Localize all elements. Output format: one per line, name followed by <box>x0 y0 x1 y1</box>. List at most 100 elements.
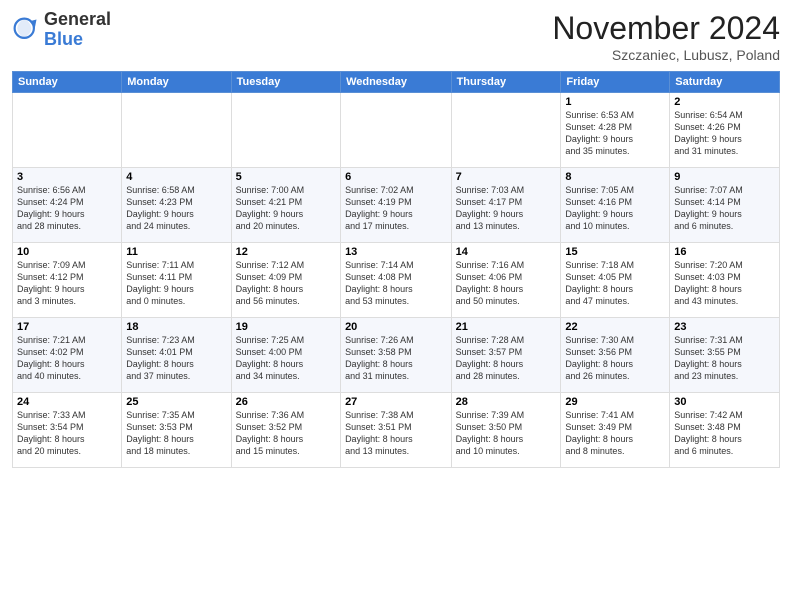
calendar-cell <box>341 93 452 168</box>
calendar-cell: 16Sunrise: 7:20 AM Sunset: 4:03 PM Dayli… <box>670 243 780 318</box>
calendar-cell: 27Sunrise: 7:38 AM Sunset: 3:51 PM Dayli… <box>341 393 452 468</box>
day-number: 3 <box>17 171 117 183</box>
logo-icon <box>12 16 40 44</box>
logo-general-text: General <box>44 9 111 29</box>
calendar-cell: 30Sunrise: 7:42 AM Sunset: 3:48 PM Dayli… <box>670 393 780 468</box>
calendar-cell: 21Sunrise: 7:28 AM Sunset: 3:57 PM Dayli… <box>451 318 561 393</box>
day-info: Sunrise: 7:00 AM Sunset: 4:21 PM Dayligh… <box>236 184 336 233</box>
calendar-cell: 18Sunrise: 7:23 AM Sunset: 4:01 PM Dayli… <box>122 318 231 393</box>
day-info: Sunrise: 7:31 AM Sunset: 3:55 PM Dayligh… <box>674 334 775 383</box>
title-block: November 2024 Szczaniec, Lubusz, Poland <box>552 10 780 63</box>
calendar-cell: 3Sunrise: 6:56 AM Sunset: 4:24 PM Daylig… <box>13 168 122 243</box>
header: General Blue November 2024 Szczaniec, Lu… <box>12 10 780 63</box>
calendar-cell: 15Sunrise: 7:18 AM Sunset: 4:05 PM Dayli… <box>561 243 670 318</box>
calendar-cell: 19Sunrise: 7:25 AM Sunset: 4:00 PM Dayli… <box>231 318 340 393</box>
day-number: 28 <box>456 396 557 408</box>
day-info: Sunrise: 7:05 AM Sunset: 4:16 PM Dayligh… <box>565 184 665 233</box>
calendar-cell: 2Sunrise: 6:54 AM Sunset: 4:26 PM Daylig… <box>670 93 780 168</box>
day-info: Sunrise: 7:16 AM Sunset: 4:06 PM Dayligh… <box>456 259 557 308</box>
day-info: Sunrise: 7:36 AM Sunset: 3:52 PM Dayligh… <box>236 409 336 458</box>
calendar-cell <box>451 93 561 168</box>
day-number: 26 <box>236 396 336 408</box>
calendar-cell: 12Sunrise: 7:12 AM Sunset: 4:09 PM Dayli… <box>231 243 340 318</box>
calendar-cell: 11Sunrise: 7:11 AM Sunset: 4:11 PM Dayli… <box>122 243 231 318</box>
day-number: 5 <box>236 171 336 183</box>
calendar-cell: 8Sunrise: 7:05 AM Sunset: 4:16 PM Daylig… <box>561 168 670 243</box>
week-row-4: 24Sunrise: 7:33 AM Sunset: 3:54 PM Dayli… <box>13 393 780 468</box>
day-number: 25 <box>126 396 226 408</box>
day-info: Sunrise: 7:25 AM Sunset: 4:00 PM Dayligh… <box>236 334 336 383</box>
day-number: 18 <box>126 321 226 333</box>
day-number: 15 <box>565 246 665 258</box>
day-number: 19 <box>236 321 336 333</box>
calendar-header-row: Sunday Monday Tuesday Wednesday Thursday… <box>13 72 780 93</box>
calendar-cell: 26Sunrise: 7:36 AM Sunset: 3:52 PM Dayli… <box>231 393 340 468</box>
calendar-body: 1Sunrise: 6:53 AM Sunset: 4:28 PM Daylig… <box>13 93 780 468</box>
day-info: Sunrise: 7:30 AM Sunset: 3:56 PM Dayligh… <box>565 334 665 383</box>
day-info: Sunrise: 7:42 AM Sunset: 3:48 PM Dayligh… <box>674 409 775 458</box>
page: General Blue November 2024 Szczaniec, Lu… <box>0 0 792 612</box>
calendar: Sunday Monday Tuesday Wednesday Thursday… <box>12 71 780 468</box>
day-info: Sunrise: 7:41 AM Sunset: 3:49 PM Dayligh… <box>565 409 665 458</box>
day-number: 6 <box>345 171 447 183</box>
col-tuesday: Tuesday <box>231 72 340 93</box>
col-monday: Monday <box>122 72 231 93</box>
day-info: Sunrise: 6:56 AM Sunset: 4:24 PM Dayligh… <box>17 184 117 233</box>
day-info: Sunrise: 6:54 AM Sunset: 4:26 PM Dayligh… <box>674 109 775 158</box>
calendar-cell: 20Sunrise: 7:26 AM Sunset: 3:58 PM Dayli… <box>341 318 452 393</box>
day-info: Sunrise: 7:33 AM Sunset: 3:54 PM Dayligh… <box>17 409 117 458</box>
day-number: 27 <box>345 396 447 408</box>
calendar-cell: 24Sunrise: 7:33 AM Sunset: 3:54 PM Dayli… <box>13 393 122 468</box>
col-saturday: Saturday <box>670 72 780 93</box>
calendar-cell: 7Sunrise: 7:03 AM Sunset: 4:17 PM Daylig… <box>451 168 561 243</box>
day-info: Sunrise: 7:21 AM Sunset: 4:02 PM Dayligh… <box>17 334 117 383</box>
day-info: Sunrise: 7:35 AM Sunset: 3:53 PM Dayligh… <box>126 409 226 458</box>
day-number: 12 <box>236 246 336 258</box>
calendar-cell <box>122 93 231 168</box>
calendar-cell: 13Sunrise: 7:14 AM Sunset: 4:08 PM Dayli… <box>341 243 452 318</box>
col-wednesday: Wednesday <box>341 72 452 93</box>
calendar-cell: 9Sunrise: 7:07 AM Sunset: 4:14 PM Daylig… <box>670 168 780 243</box>
calendar-cell: 28Sunrise: 7:39 AM Sunset: 3:50 PM Dayli… <box>451 393 561 468</box>
day-number: 14 <box>456 246 557 258</box>
day-info: Sunrise: 7:11 AM Sunset: 4:11 PM Dayligh… <box>126 259 226 308</box>
col-thursday: Thursday <box>451 72 561 93</box>
day-number: 16 <box>674 246 775 258</box>
calendar-cell: 22Sunrise: 7:30 AM Sunset: 3:56 PM Dayli… <box>561 318 670 393</box>
calendar-cell <box>13 93 122 168</box>
day-info: Sunrise: 6:58 AM Sunset: 4:23 PM Dayligh… <box>126 184 226 233</box>
day-number: 1 <box>565 96 665 108</box>
week-row-1: 3Sunrise: 6:56 AM Sunset: 4:24 PM Daylig… <box>13 168 780 243</box>
col-sunday: Sunday <box>13 72 122 93</box>
calendar-cell: 14Sunrise: 7:16 AM Sunset: 4:06 PM Dayli… <box>451 243 561 318</box>
day-info: Sunrise: 6:53 AM Sunset: 4:28 PM Dayligh… <box>565 109 665 158</box>
calendar-cell: 17Sunrise: 7:21 AM Sunset: 4:02 PM Dayli… <box>13 318 122 393</box>
day-number: 9 <box>674 171 775 183</box>
day-info: Sunrise: 7:09 AM Sunset: 4:12 PM Dayligh… <box>17 259 117 308</box>
day-info: Sunrise: 7:26 AM Sunset: 3:58 PM Dayligh… <box>345 334 447 383</box>
day-info: Sunrise: 7:18 AM Sunset: 4:05 PM Dayligh… <box>565 259 665 308</box>
day-number: 2 <box>674 96 775 108</box>
day-number: 21 <box>456 321 557 333</box>
day-info: Sunrise: 7:39 AM Sunset: 3:50 PM Dayligh… <box>456 409 557 458</box>
day-number: 10 <box>17 246 117 258</box>
week-row-0: 1Sunrise: 6:53 AM Sunset: 4:28 PM Daylig… <box>13 93 780 168</box>
day-number: 20 <box>345 321 447 333</box>
calendar-cell <box>231 93 340 168</box>
day-number: 22 <box>565 321 665 333</box>
day-info: Sunrise: 7:38 AM Sunset: 3:51 PM Dayligh… <box>345 409 447 458</box>
col-friday: Friday <box>561 72 670 93</box>
calendar-cell: 10Sunrise: 7:09 AM Sunset: 4:12 PM Dayli… <box>13 243 122 318</box>
day-info: Sunrise: 7:14 AM Sunset: 4:08 PM Dayligh… <box>345 259 447 308</box>
day-number: 29 <box>565 396 665 408</box>
day-info: Sunrise: 7:20 AM Sunset: 4:03 PM Dayligh… <box>674 259 775 308</box>
calendar-cell: 5Sunrise: 7:00 AM Sunset: 4:21 PM Daylig… <box>231 168 340 243</box>
month-title: November 2024 <box>552 10 780 47</box>
calendar-cell: 6Sunrise: 7:02 AM Sunset: 4:19 PM Daylig… <box>341 168 452 243</box>
calendar-cell: 25Sunrise: 7:35 AM Sunset: 3:53 PM Dayli… <box>122 393 231 468</box>
calendar-cell: 29Sunrise: 7:41 AM Sunset: 3:49 PM Dayli… <box>561 393 670 468</box>
day-number: 24 <box>17 396 117 408</box>
week-row-2: 10Sunrise: 7:09 AM Sunset: 4:12 PM Dayli… <box>13 243 780 318</box>
day-number: 4 <box>126 171 226 183</box>
logo: General Blue <box>12 10 111 50</box>
